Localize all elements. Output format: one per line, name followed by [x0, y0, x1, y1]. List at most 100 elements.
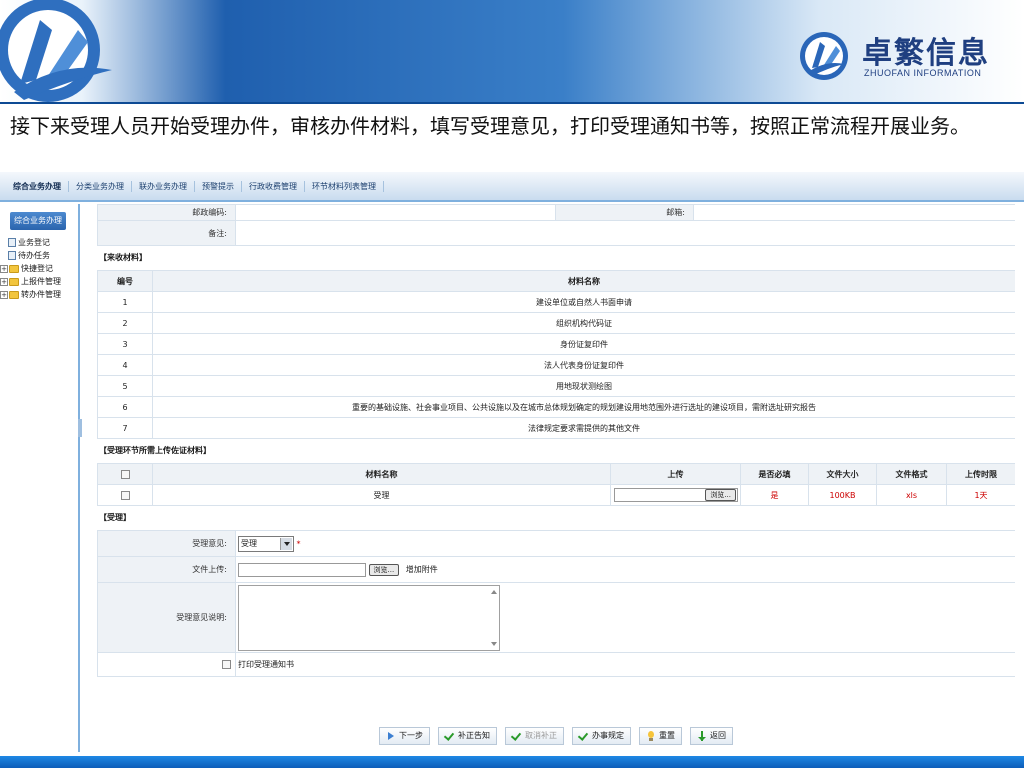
browse-button[interactable]: 浏览... — [705, 489, 736, 501]
file-upload-cell: 浏览... 增加附件 — [235, 556, 1015, 583]
checkmark-icon — [579, 731, 589, 741]
print-checkbox-cell — [97, 652, 236, 677]
attachment-file-input[interactable] — [238, 562, 366, 577]
expand-plus-icon[interactable]: + — [0, 290, 8, 299]
email-label: 邮箱: — [555, 204, 694, 221]
required-mark: * — [296, 539, 301, 548]
received-materials-table: 编号 材料名称 1 建设单位或自然人书面申请 2 组织机构代码证 3 身份证复印件 4… — [97, 270, 1015, 439]
remark-field[interactable] — [235, 220, 1015, 246]
row-no: 3 — [97, 333, 153, 355]
postcode-label: 邮政编码: — [97, 204, 236, 221]
opinion-select[interactable]: 受理 — [238, 535, 294, 552]
scroll-down-icon[interactable] — [491, 641, 497, 646]
add-attachment-link[interactable]: 增加附件 — [406, 565, 438, 574]
table-row: 4 法人代表身份证复印件 — [97, 354, 1015, 376]
next-step-button[interactable]: 下一步 — [379, 727, 430, 745]
row-material-name: 法律规定要求需提供的其他文件 — [152, 417, 1015, 439]
row-file-format: xls — [876, 484, 947, 506]
back-button[interactable]: 返回 — [690, 727, 733, 745]
sidebar-item-label: 上报件管理 — [21, 277, 61, 286]
sidebar-item-label: 快捷登记 — [21, 264, 53, 273]
main-content: 邮政编码: 邮箱: 备注: 【来收材料】 编号 材料名称 1 建设单位或自然人书面… — [97, 204, 1015, 752]
table-row: 2 组织机构代码证 — [97, 312, 1015, 334]
email-field[interactable] — [693, 204, 1015, 221]
attachment-browse-button[interactable]: 浏览... — [368, 563, 400, 576]
column-header-no: 编号 — [97, 270, 153, 292]
brand-mark-icon — [800, 32, 848, 80]
table-row: 1 建设单位或自然人书面申请 — [97, 291, 1015, 313]
row-upload-cell: 浏览... — [610, 484, 741, 506]
sidebar-title-button[interactable]: 综合业务办理 — [10, 212, 66, 230]
chevron-down-icon[interactable] — [280, 537, 292, 550]
sidebar-item-label: 转办件管理 — [21, 290, 61, 299]
accept-section-title: 【受理】 — [99, 513, 131, 522]
nav-item-category[interactable]: 分类业务办理 — [69, 180, 132, 192]
slide-banner: 卓繁信息 ZHUOFAN INFORMATION — [0, 0, 1024, 104]
row-material-name: 身份证复印件 — [152, 333, 1015, 355]
column-header-upload: 上传 — [610, 463, 741, 485]
select-all-checkbox[interactable] — [120, 469, 130, 479]
nav-item-fees[interactable]: 行政收费管理 — [242, 180, 305, 192]
arrow-down-icon — [697, 731, 707, 741]
row-material-name: 用地现状测绘图 — [152, 375, 1015, 397]
upload-file-input[interactable]: 浏览... — [614, 488, 738, 502]
row-no: 6 — [97, 396, 153, 418]
opinion-description-textarea[interactable] — [238, 584, 500, 651]
lightbulb-icon — [646, 731, 656, 741]
sidebar-item-label: 待办任务 — [18, 251, 50, 260]
row-material-name: 受理 — [152, 484, 611, 506]
brand-name-cn: 卓繁信息 — [862, 36, 990, 71]
print-notice-label: 打印受理通知书 — [235, 652, 1015, 677]
cancel-supplement-button[interactable]: 取消补正 — [505, 727, 564, 745]
checkmark-icon — [445, 731, 455, 741]
contact-form-table: 邮政编码: 邮箱: 备注: — [97, 204, 1015, 246]
file-upload-label: 文件上传: — [97, 556, 236, 583]
checkmark-icon — [512, 731, 522, 741]
handle-rule-button[interactable]: 办事规定 — [572, 727, 631, 745]
sidebar-item-transferred[interactable]: + 转办件管理 — [0, 288, 80, 301]
upload-materials-title: 【受理环节所需上传佐证材料】 — [99, 446, 211, 455]
row-no: 2 — [97, 312, 153, 334]
arrow-right-icon — [386, 731, 396, 741]
sidebar-item-register[interactable]: 业务登记 — [0, 236, 80, 249]
reset-label: 重置 — [659, 731, 675, 740]
nav-item-comprehensive[interactable]: 综合业务办理 — [6, 180, 69, 192]
column-header-file-size: 文件大小 — [808, 463, 877, 485]
nav-item-material-list[interactable]: 环节材料列表管理 — [305, 180, 384, 192]
row-no: 4 — [97, 354, 153, 376]
sidebar-item-reported[interactable]: + 上报件管理 — [0, 275, 80, 288]
table-row: 受理 浏览... 是 100KB xls 1天 — [97, 484, 1015, 506]
row-checkbox[interactable] — [120, 490, 130, 500]
row-material-name: 重要的基础设施、社会事业项目、公共设施以及在城市总体规划确定的规划建设用地范围外… — [152, 396, 1015, 418]
column-header-upload-limit: 上传时限 — [946, 463, 1015, 485]
bottom-bar — [0, 756, 1024, 768]
supplement-notice-button[interactable]: 补正告知 — [438, 727, 497, 745]
sidebar: 综合业务办理 业务登记 待办任务 + 快捷登记 + 上报件管理 + 转办件管理 — [0, 204, 82, 752]
upload-materials-table: 材料名称 上传 是否必填 文件大小 文件格式 上传时限 受理 浏览... 是 1… — [97, 463, 1015, 506]
opinion-description-cell — [235, 582, 1015, 653]
expand-plus-icon[interactable]: + — [0, 277, 8, 286]
action-bar: 下一步 补正告知 取消补正 办事规定 重置 返回 — [97, 724, 1015, 748]
document-icon — [8, 251, 16, 260]
app-window: 综合业务办理 分类业务办理 联办业务办理 预警提示 行政收费管理 环节材料列表管… — [0, 172, 1024, 768]
sidebar-collapse-handle[interactable] — [78, 419, 82, 437]
reset-button[interactable]: 重置 — [639, 727, 682, 745]
slide-caption: 接下来受理人员开始受理办件，审核办件材料，填写受理意见，打印受理通知书等，按照正… — [10, 114, 970, 138]
scroll-up-icon[interactable] — [491, 589, 497, 594]
sidebar-item-todo[interactable]: 待办任务 — [0, 249, 80, 262]
sidebar-item-quick-register[interactable]: + 快捷登记 — [0, 262, 80, 275]
next-step-label: 下一步 — [399, 731, 423, 740]
document-icon — [8, 238, 16, 247]
postcode-field[interactable] — [235, 204, 556, 221]
nav-item-warning[interactable]: 预警提示 — [195, 180, 242, 192]
column-header-material-name: 材料名称 — [152, 270, 1015, 292]
expand-plus-icon[interactable]: + — [0, 264, 8, 273]
table-row: 3 身份证复印件 — [97, 333, 1015, 355]
slide: 卓繁信息 ZHUOFAN INFORMATION 接下来受理人员开始受理办件，审… — [0, 0, 1024, 768]
folder-icon — [9, 264, 19, 273]
print-notice-checkbox[interactable] — [222, 660, 231, 669]
supplement-notice-label: 补正告知 — [458, 731, 490, 740]
nav-item-joint[interactable]: 联办业务办理 — [132, 180, 195, 192]
row-material-name: 建设单位或自然人书面申请 — [152, 291, 1015, 313]
opinion-label: 受理意见: — [97, 530, 236, 557]
